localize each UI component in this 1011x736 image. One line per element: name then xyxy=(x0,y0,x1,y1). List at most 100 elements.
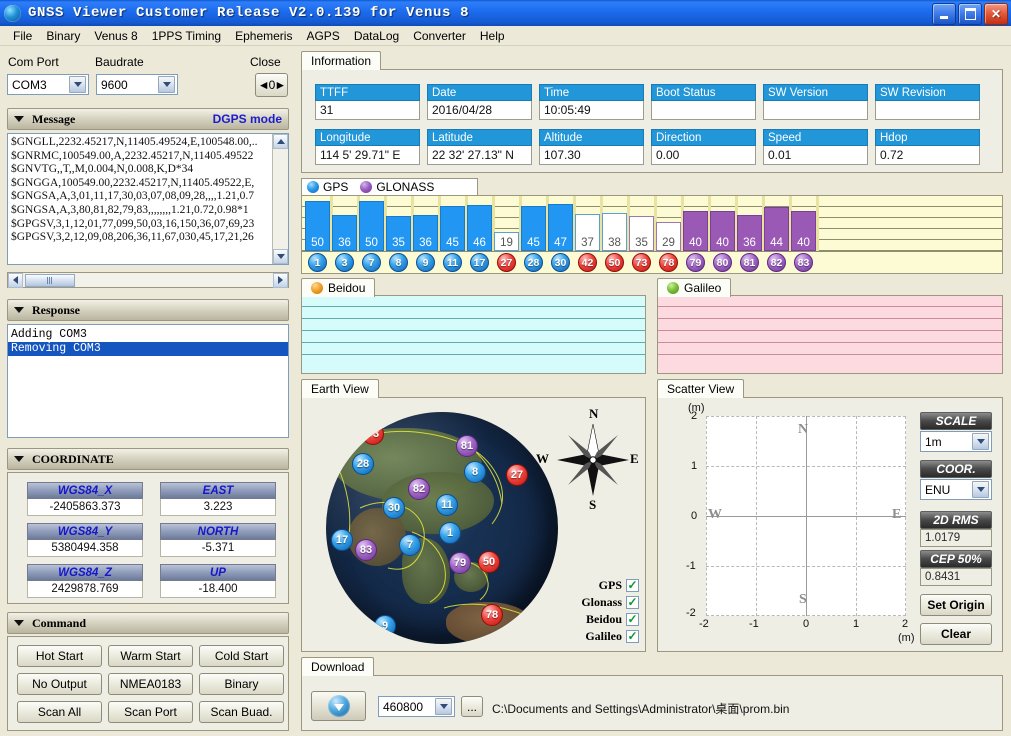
message-panel-header[interactable]: Message DGPS mode xyxy=(7,108,289,130)
satellite-prn-badge[interactable]: 3 xyxy=(335,253,354,272)
tab-information[interactable]: Information xyxy=(301,51,382,70)
earth-satellite-marker[interactable]: 83 xyxy=(355,539,377,561)
earth-satellite-marker[interactable]: 17 xyxy=(331,529,353,551)
checkbox-gps[interactable]: ✓ xyxy=(626,579,639,592)
scan-baud-button[interactable]: Scan Buad. xyxy=(199,701,284,723)
menu-item-converter[interactable]: Converter xyxy=(406,28,473,44)
satellite-prn-badge[interactable]: 11 xyxy=(443,253,462,272)
information-field-label: Date xyxy=(427,84,532,101)
earth-satellite-marker[interactable]: 9 xyxy=(374,615,396,637)
scroll-thumb[interactable] xyxy=(25,273,75,287)
tab-beidou[interactable]: Beidou xyxy=(301,278,376,297)
scale-select[interactable]: 1m xyxy=(920,431,992,452)
tab-galileo[interactable]: Galileo xyxy=(657,278,732,297)
message-vertical-scrollbar[interactable] xyxy=(272,134,288,264)
response-panel-header[interactable]: Response xyxy=(7,299,289,321)
response-list-item[interactable]: Adding COM3 xyxy=(8,328,288,342)
nmea0183-button[interactable]: NMEA0183 xyxy=(108,673,193,695)
satellite-prn-badge[interactable]: 42 xyxy=(578,253,597,272)
command-panel-header[interactable]: Command xyxy=(7,612,289,634)
earth-satellite-marker[interactable]: 1 xyxy=(439,522,461,544)
satellite-prn-badge[interactable]: 78 xyxy=(659,253,678,272)
tab-scatter-view[interactable]: Scatter View xyxy=(657,379,745,398)
scroll-up-button[interactable] xyxy=(273,134,288,149)
menu-item-venus8[interactable]: Venus 8 xyxy=(87,28,144,44)
satellite-prn-badge[interactable]: 73 xyxy=(632,253,651,272)
binary-button[interactable]: Binary xyxy=(199,673,284,695)
earth-satellite-marker[interactable]: 50 xyxy=(478,551,500,573)
maximize-button[interactable] xyxy=(958,3,982,25)
satellite-prn-badge[interactable]: 28 xyxy=(524,253,543,272)
com-port-select[interactable]: COM3 xyxy=(7,74,89,95)
earth-satellite-marker[interactable]: 7 xyxy=(399,534,421,556)
download-button[interactable] xyxy=(311,691,366,721)
baudrate-select[interactable]: 9600 xyxy=(96,74,178,95)
scroll-left-button[interactable] xyxy=(8,272,23,288)
menu-item-ephemeris[interactable]: Ephemeris xyxy=(228,28,299,44)
browse-button[interactable]: ... xyxy=(461,696,483,717)
filter-galileo[interactable]: Galileo ✓ xyxy=(553,628,639,645)
satellite-prn-badge[interactable]: 50 xyxy=(605,253,624,272)
close-button[interactable]: ✕ xyxy=(984,3,1008,25)
satellite-prn-badge[interactable]: 17 xyxy=(470,253,489,272)
earth-satellite-marker[interactable]: 81 xyxy=(456,435,478,457)
earth-satellite-marker[interactable]: 11 xyxy=(436,494,458,516)
response-list-item[interactable]: Removing COM3 xyxy=(8,342,288,356)
tab-download[interactable]: Download xyxy=(301,657,375,676)
satellite-prn-badge[interactable]: 79 xyxy=(686,253,705,272)
satellite-prn-badge[interactable]: 30 xyxy=(551,253,570,272)
response-list[interactable]: Adding COM3 Removing COM3 xyxy=(7,324,289,438)
satellite-prn-badge[interactable]: 83 xyxy=(794,253,813,272)
earth-globe[interactable]: 73 81 28 8 27 82 30 11 1 17 83 7 79 50 78 9 xyxy=(326,412,558,644)
satellite-prn-badge[interactable]: 7 xyxy=(362,253,381,272)
menu-item-1pps-timing[interactable]: 1PPS Timing xyxy=(145,28,228,44)
satellite-bar-column: 36 xyxy=(737,196,764,251)
earth-satellite-marker[interactable]: 28 xyxy=(352,453,374,475)
set-origin-button[interactable]: Set Origin xyxy=(920,594,992,616)
checkbox-galileo[interactable]: ✓ xyxy=(626,630,639,643)
earth-satellite-marker[interactable]: 30 xyxy=(383,497,405,519)
nmea-message-list[interactable]: $GNGLL,2232.45217,N,11405.49524,E,100548… xyxy=(7,133,289,265)
tab-earth-view[interactable]: Earth View xyxy=(301,379,379,398)
satellite-prn-badge[interactable]: 1 xyxy=(308,253,327,272)
satellite-prn-badge[interactable]: 80 xyxy=(713,253,732,272)
scan-port-button[interactable]: Scan Port xyxy=(108,701,193,723)
coordinate-panel-header[interactable]: COORDINATE xyxy=(7,448,289,470)
satellite-prn-badge[interactable]: 8 xyxy=(389,253,408,272)
menu-item-file[interactable]: File xyxy=(6,28,39,44)
scroll-down-button[interactable] xyxy=(273,249,288,264)
cold-start-button[interactable]: Cold Start xyxy=(199,645,284,667)
menu-item-agps[interactable]: AGPS xyxy=(299,28,346,44)
menu-item-help[interactable]: Help xyxy=(473,28,512,44)
hot-start-button[interactable]: Hot Start xyxy=(17,645,102,667)
message-horizontal-scrollbar[interactable] xyxy=(7,272,289,288)
earth-satellite-marker[interactable]: 79 xyxy=(449,552,471,574)
menu-item-datalog[interactable]: DataLog xyxy=(347,28,406,44)
scan-all-button[interactable]: Scan All xyxy=(17,701,102,723)
earth-satellite-marker[interactable]: 8 xyxy=(464,461,486,483)
scatter-plot-area[interactable]: N S W E xyxy=(706,416,906,616)
earth-satellite-marker[interactable]: 27 xyxy=(506,464,528,486)
scroll-right-button[interactable] xyxy=(273,272,288,288)
checkbox-glonass[interactable]: ✓ xyxy=(626,596,639,609)
clear-button[interactable]: Clear xyxy=(920,623,992,645)
filter-beidou[interactable]: Beidou ✓ xyxy=(553,611,639,628)
filter-glonass[interactable]: Glonass ✓ xyxy=(553,594,639,611)
download-baudrate-select[interactable]: 460800 xyxy=(378,696,455,717)
no-output-button[interactable]: No Output xyxy=(17,673,102,695)
minimize-button[interactable] xyxy=(932,3,956,25)
satellite-prn-badge[interactable]: 9 xyxy=(416,253,435,272)
filter-gps[interactable]: GPS ✓ xyxy=(553,577,639,594)
menu-item-binary[interactable]: Binary xyxy=(39,28,87,44)
coor-select[interactable]: ENU xyxy=(920,479,992,500)
earth-satellite-marker[interactable]: 73 xyxy=(362,423,384,445)
earth-satellite-marker[interactable]: 78 xyxy=(481,604,503,626)
checkbox-beidou[interactable]: ✓ xyxy=(626,613,639,626)
warm-start-button[interactable]: Warm Start xyxy=(108,645,193,667)
earth-satellite-marker[interactable]: 82 xyxy=(408,478,430,500)
satellite-prn-badge[interactable]: 27 xyxy=(497,253,516,272)
information-field-value: 0.72 xyxy=(875,146,980,165)
satellite-prn-badge[interactable]: 82 xyxy=(767,253,786,272)
satellite-prn-badge[interactable]: 81 xyxy=(740,253,759,272)
close-connection-button[interactable]: ◄0► xyxy=(255,73,288,97)
